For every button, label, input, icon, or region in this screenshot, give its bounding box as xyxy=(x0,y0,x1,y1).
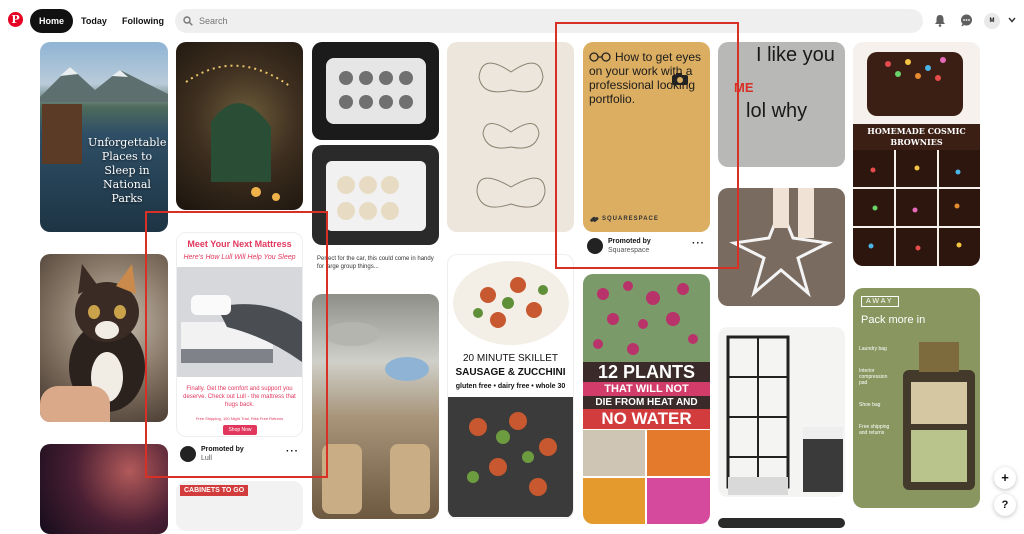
shop-now-button[interactable]: Shop Now xyxy=(223,425,257,435)
mattress-more-options-icon[interactable]: ··· xyxy=(286,446,299,457)
meme-line-1: I like you xyxy=(756,44,835,66)
pin-butterfly-sketch[interactable] xyxy=(447,42,574,232)
ad-shipping: Free Shipping, 100 Night Trial, Risk Fre… xyxy=(195,416,284,421)
top-bar: P Home Today Following M xyxy=(0,0,1024,40)
plant-photo-graphic xyxy=(583,274,710,364)
meme-line-2: lol why xyxy=(746,100,808,122)
pin-bathroom[interactable] xyxy=(718,327,845,497)
brownies-title: HOMEMADE COSMIC BROWNIES xyxy=(853,124,980,150)
squarespace-more-options-icon[interactable]: ··· xyxy=(692,238,705,249)
fairy-lights-graphic xyxy=(185,64,292,201)
pin-skillet-recipe[interactable]: 20 MINUTE SKILLET SAUSAGE & ZUCCHINI glu… xyxy=(447,254,574,519)
pin-portfolio-ad[interactable]: How to get eyes on your work with a prof… xyxy=(583,42,710,232)
camera-icon xyxy=(672,73,688,85)
away-headline: Pack more in xyxy=(861,314,926,326)
recipe-line-1: 20 MINUTE SKILLET xyxy=(462,353,559,364)
feature-shoe-bag: Shoe bag xyxy=(859,402,881,408)
plants-line-2: THAT WILL NOT xyxy=(583,382,710,396)
meme-me-label: ME xyxy=(734,80,754,95)
pin-car-interior[interactable] xyxy=(312,294,439,519)
butterfly-sketch-graphic xyxy=(476,62,546,208)
add-plus-button[interactable]: + xyxy=(994,467,1016,489)
promoted-brand: Squarespace xyxy=(608,247,650,254)
pin-meme[interactable]: I like you ME lol why xyxy=(718,42,845,167)
suitcase-graphic xyxy=(903,342,975,490)
promoted-label: Promoted by xyxy=(608,238,651,245)
pin-away-ad[interactable]: AWAY Pack more in Laundry bag Interior c… xyxy=(853,288,980,508)
skillet-bottom-graphic xyxy=(448,397,573,517)
plants-line-1: 12 PLANTS xyxy=(583,362,710,382)
mattress-image xyxy=(177,267,302,377)
messages-icon[interactable] xyxy=(959,13,973,27)
nav-today-tab[interactable]: Today xyxy=(72,9,116,33)
promoted-label: Promoted by xyxy=(201,446,244,453)
pin-muffin-tray[interactable] xyxy=(312,42,439,140)
cabin-decor xyxy=(42,104,82,164)
feature-compression: Interior compression pad xyxy=(859,368,888,386)
away-logo: AWAY xyxy=(861,296,899,307)
promoted-brand: Lull xyxy=(201,455,212,462)
hanger-star-graphic xyxy=(729,188,833,298)
profile-avatar[interactable]: M xyxy=(984,13,1000,29)
squarespace-logo-icon xyxy=(590,216,599,222)
pin-cup-organizer[interactable] xyxy=(312,145,439,245)
pin-title: Unforgettable Places to Sleep in Nationa… xyxy=(88,136,167,205)
pin-galaxy[interactable] xyxy=(40,444,168,534)
search-bar[interactable] xyxy=(175,9,923,33)
mattress-promoted-row: Promoted by Lull xyxy=(180,445,244,463)
ad-tagline: Here's How Lull Will Help You Sleep xyxy=(183,254,296,261)
car-interior-graphic xyxy=(322,322,430,514)
recipe-line-2: SAUSAGE & ZUCCHINI xyxy=(455,367,566,378)
plants-line-4: NO WATER xyxy=(583,409,710,429)
mountain-graphic xyxy=(40,67,168,102)
squarespace-mark: SQUARESPACE xyxy=(589,214,659,224)
away-feature-list: Laundry bag Interior compression pad Sho… xyxy=(859,346,893,436)
squarespace-avatar-icon xyxy=(587,238,603,254)
pin-partial[interactable] xyxy=(718,518,845,528)
recipe-line-3: gluten free • dairy free • whole 30 xyxy=(455,383,566,390)
ad-headline: Meet Your Next Mattress xyxy=(187,239,292,249)
plants-line-3: DIE FROM HEAT AND xyxy=(583,396,710,409)
skillet-top-graphic xyxy=(453,261,569,345)
nav-following-tab[interactable]: Following xyxy=(113,9,173,33)
help-button[interactable]: ? xyxy=(994,494,1016,516)
lull-logo-icon xyxy=(180,446,196,462)
nav-home-tab[interactable]: Home xyxy=(30,9,74,33)
squarespace-promoted-row: Promoted by Squarespace xyxy=(587,237,651,255)
hand-decor xyxy=(40,386,110,422)
brownie-grid-graphic xyxy=(853,150,980,266)
ad-body: Finally. Get the comfort and support you… xyxy=(183,386,296,408)
pin-caption-car: Perfect for the car, this could come in … xyxy=(317,256,434,270)
feature-laundry: Laundry bag xyxy=(859,346,887,352)
flower-grid-graphic xyxy=(583,430,710,524)
feature-shipping: Free shipping and returns xyxy=(859,424,890,436)
pin-mattress-ad[interactable]: Meet Your Next Mattress Here's How Lull … xyxy=(176,232,303,437)
muffin-tray-graphic xyxy=(326,58,426,124)
search-input[interactable] xyxy=(199,16,799,26)
pin-hanger-craft[interactable] xyxy=(718,188,845,306)
cup-organizer-graphic xyxy=(326,161,426,231)
account-chevron-down-icon[interactable] xyxy=(1005,13,1019,27)
pin-brownies[interactable]: HOMEMADE COSMIC BROWNIES xyxy=(853,42,980,266)
search-icon xyxy=(183,16,193,26)
pin-national-parks[interactable]: Unforgettable Places to Sleep in Nationa… xyxy=(40,42,168,232)
pinterest-logo-icon[interactable]: P xyxy=(8,12,23,27)
squarespace-wordmark: SQUARESPACE xyxy=(602,216,659,222)
brownie-graphic xyxy=(853,42,980,124)
bathroom-graphic xyxy=(726,335,843,495)
cabinets-text: CABINETS TO GO xyxy=(180,485,249,496)
pin-cozy-room[interactable] xyxy=(176,42,303,210)
pin-kitten[interactable] xyxy=(40,254,168,422)
notifications-bell-icon[interactable] xyxy=(933,13,947,27)
pin-plants-list[interactable]: 12 PLANTS THAT WILL NOT DIE FROM HEAT AN… xyxy=(583,274,710,524)
